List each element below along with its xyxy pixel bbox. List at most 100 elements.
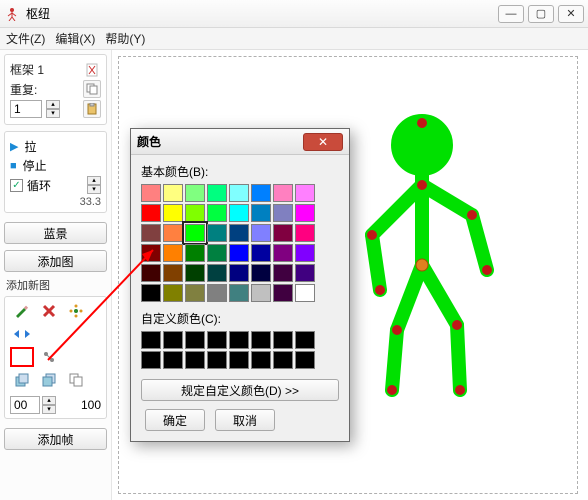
join-tool-icon[interactable] bbox=[37, 347, 61, 367]
basic-color-swatch[interactable] bbox=[185, 244, 205, 262]
basic-color-swatch[interactable] bbox=[185, 264, 205, 282]
background-button[interactable]: 蓝景 bbox=[4, 222, 107, 244]
basic-color-swatch[interactable] bbox=[141, 224, 161, 242]
basic-color-swatch[interactable] bbox=[229, 224, 249, 242]
basic-color-swatch[interactable] bbox=[163, 184, 183, 202]
color-picker-button[interactable] bbox=[10, 347, 34, 367]
menu-edit[interactable]: 编辑(X) bbox=[55, 30, 95, 47]
dialog-close-button[interactable]: ✕ bbox=[303, 133, 343, 151]
alpha-input[interactable] bbox=[10, 396, 40, 414]
basic-color-swatch[interactable] bbox=[251, 284, 271, 302]
basic-color-swatch[interactable] bbox=[229, 284, 249, 302]
basic-color-swatch[interactable] bbox=[207, 264, 227, 282]
raise-layer-icon[interactable] bbox=[10, 370, 34, 390]
basic-color-swatch[interactable] bbox=[295, 204, 315, 222]
basic-color-swatch[interactable] bbox=[141, 244, 161, 262]
basic-color-swatch[interactable] bbox=[141, 284, 161, 302]
repeat-down[interactable]: ▾ bbox=[46, 109, 60, 118]
custom-color-swatch[interactable] bbox=[295, 331, 315, 349]
basic-color-swatch[interactable] bbox=[295, 224, 315, 242]
stick-figure[interactable] bbox=[352, 115, 512, 405]
edit-figure-icon[interactable] bbox=[10, 301, 34, 321]
basic-color-swatch[interactable] bbox=[251, 264, 271, 282]
basic-color-swatch[interactable] bbox=[229, 264, 249, 282]
basic-color-swatch[interactable] bbox=[185, 184, 205, 202]
custom-color-swatch[interactable] bbox=[185, 351, 205, 369]
ok-button[interactable]: 确定 bbox=[145, 409, 205, 431]
maximize-button[interactable]: ▢ bbox=[528, 5, 554, 23]
basic-color-swatch[interactable] bbox=[273, 184, 293, 202]
basic-color-swatch[interactable] bbox=[163, 244, 183, 262]
menu-file[interactable]: 文件(Z) bbox=[6, 30, 45, 47]
basic-color-swatch[interactable] bbox=[273, 284, 293, 302]
basic-color-swatch[interactable] bbox=[229, 204, 249, 222]
basic-color-swatch[interactable] bbox=[163, 224, 183, 242]
basic-color-swatch[interactable] bbox=[251, 224, 271, 242]
basic-color-swatch[interactable] bbox=[273, 204, 293, 222]
add-image-button[interactable]: 添加图 bbox=[4, 250, 107, 272]
basic-color-swatch[interactable] bbox=[185, 204, 205, 222]
delete-figure-icon[interactable] bbox=[37, 301, 61, 321]
add-frame-button[interactable]: 添加帧 bbox=[4, 428, 107, 450]
custom-color-swatch[interactable] bbox=[251, 351, 271, 369]
basic-color-swatch[interactable] bbox=[207, 204, 227, 222]
basic-color-swatch[interactable] bbox=[141, 264, 161, 282]
basic-color-swatch[interactable] bbox=[163, 204, 183, 222]
basic-color-swatch[interactable] bbox=[251, 244, 271, 262]
fps-down[interactable]: ▾ bbox=[87, 185, 101, 194]
basic-color-swatch[interactable] bbox=[251, 184, 271, 202]
basic-color-swatch[interactable] bbox=[163, 264, 183, 282]
custom-color-swatch[interactable] bbox=[141, 331, 161, 349]
repeat-input[interactable] bbox=[10, 100, 42, 118]
fps-up[interactable]: ▴ bbox=[87, 176, 101, 185]
custom-color-swatch[interactable] bbox=[141, 351, 161, 369]
basic-color-swatch[interactable] bbox=[295, 284, 315, 302]
basic-color-swatch[interactable] bbox=[207, 284, 227, 302]
custom-color-swatch[interactable] bbox=[251, 331, 271, 349]
basic-color-swatch[interactable] bbox=[207, 224, 227, 242]
lower-layer-icon[interactable] bbox=[37, 370, 61, 390]
basic-color-swatch[interactable] bbox=[229, 244, 249, 262]
basic-color-swatch[interactable] bbox=[295, 184, 315, 202]
basic-color-swatch[interactable] bbox=[295, 264, 315, 282]
custom-color-swatch[interactable] bbox=[273, 351, 293, 369]
cancel-button[interactable]: 取消 bbox=[215, 409, 275, 431]
basic-color-swatch[interactable] bbox=[251, 204, 271, 222]
basic-color-swatch[interactable] bbox=[207, 184, 227, 202]
custom-color-swatch[interactable] bbox=[295, 351, 315, 369]
menu-help[interactable]: 帮助(Y) bbox=[105, 30, 145, 47]
alpha-down[interactable]: ▾ bbox=[42, 405, 56, 414]
custom-color-swatch[interactable] bbox=[163, 351, 183, 369]
repeat-up[interactable]: ▴ bbox=[46, 100, 60, 109]
basic-color-swatch[interactable] bbox=[141, 204, 161, 222]
basic-color-swatch[interactable] bbox=[207, 244, 227, 262]
basic-color-swatch[interactable] bbox=[295, 244, 315, 262]
basic-color-swatch[interactable] bbox=[185, 224, 205, 242]
define-custom-button[interactable]: 规定自定义颜色(D) >> bbox=[141, 379, 339, 401]
basic-color-swatch[interactable] bbox=[273, 224, 293, 242]
minimize-button[interactable]: — bbox=[498, 5, 524, 23]
basic-color-swatch[interactable] bbox=[163, 284, 183, 302]
copy-frame-icon[interactable] bbox=[83, 80, 101, 98]
basic-color-swatch[interactable] bbox=[273, 264, 293, 282]
basic-color-swatch[interactable] bbox=[141, 184, 161, 202]
delete-frame-icon[interactable] bbox=[85, 62, 101, 78]
dialog-titlebar[interactable]: 颜色 ✕ bbox=[131, 129, 349, 155]
play-button[interactable]: ▶ 拉 bbox=[10, 138, 101, 155]
paste-frame-icon[interactable] bbox=[83, 100, 101, 118]
center-figure-icon[interactable] bbox=[64, 301, 88, 321]
basic-color-swatch[interactable] bbox=[273, 244, 293, 262]
custom-color-swatch[interactable] bbox=[185, 331, 205, 349]
custom-color-swatch[interactable] bbox=[163, 331, 183, 349]
alpha-up[interactable]: ▴ bbox=[42, 396, 56, 405]
close-button[interactable]: ✕ bbox=[558, 5, 584, 23]
loop-checkbox[interactable]: ✓ bbox=[10, 179, 23, 192]
duplicate-icon[interactable] bbox=[64, 370, 88, 390]
stop-button[interactable]: ■ 停止 bbox=[10, 157, 101, 174]
flip-figure-icon[interactable] bbox=[10, 324, 34, 344]
custom-color-swatch[interactable] bbox=[229, 331, 249, 349]
custom-color-swatch[interactable] bbox=[273, 331, 293, 349]
custom-color-swatch[interactable] bbox=[207, 351, 227, 369]
custom-color-swatch[interactable] bbox=[207, 331, 227, 349]
basic-color-swatch[interactable] bbox=[229, 184, 249, 202]
